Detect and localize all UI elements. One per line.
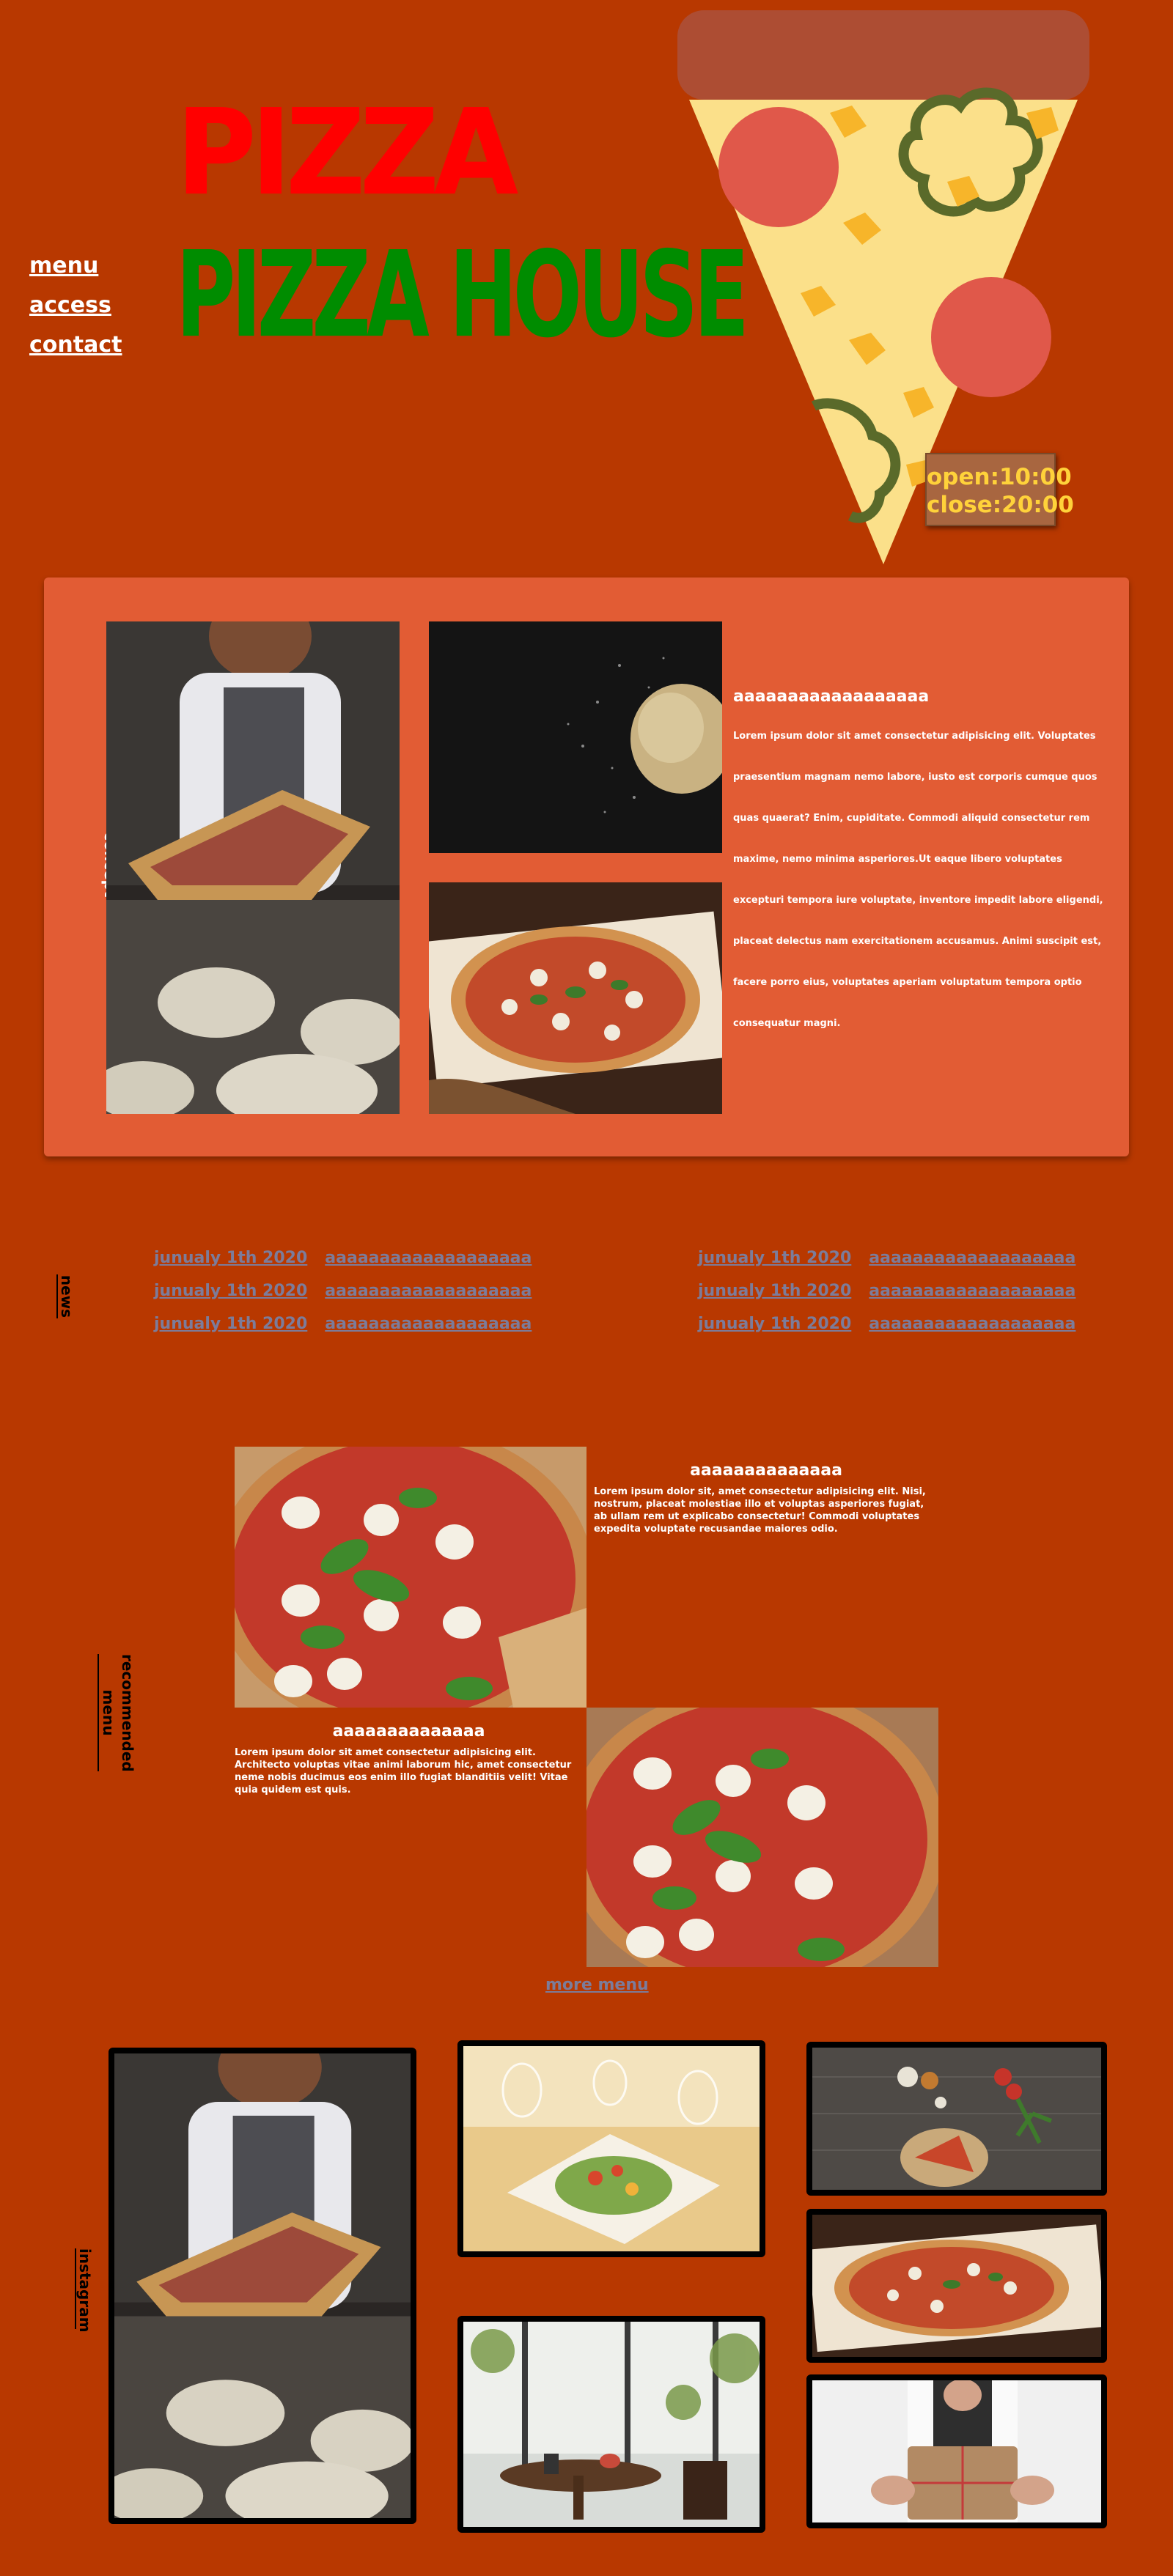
hours-close: close:20:00 xyxy=(927,492,1074,518)
news-item[interactable]: junualy 1th 2020 aaaaaaaaaaaaaaaaaaa xyxy=(698,1307,1075,1340)
news-list-right: junualy 1th 2020 aaaaaaaaaaaaaaaaaaa junu… xyxy=(698,1241,1075,1340)
recommended-item-2-body: Lorem ipsum dolor sit amet consectetur a… xyxy=(235,1747,572,1796)
more-menu-link[interactable]: more menu xyxy=(545,1976,649,1994)
instagram-section-label: instagram xyxy=(75,2248,94,2333)
pepperoni-2 xyxy=(931,277,1051,397)
site-title-pizza-house: PIZZA HOUSE xyxy=(176,226,749,364)
recommended-pizza-image-1 xyxy=(235,1447,586,1708)
news-item[interactable]: junualy 1th 2020 aaaaaaaaaaaaaaaaaaa xyxy=(154,1274,532,1307)
recommended-item-2-heading: aaaaaaaaaaaaaa xyxy=(332,1722,485,1741)
opening-hours-badge: open:10:00 close:20:00 xyxy=(925,453,1074,526)
recommended-item-1-text: aaaaaaaaaaaaaa Lorem ipsum dolor sit, am… xyxy=(594,1461,938,1535)
dough-flour-image xyxy=(429,621,722,853)
site-title-pizza: PIZZA xyxy=(176,84,518,222)
news-item[interactable]: junualy 1th 2020 aaaaaaaaaaaaaaaaaaa xyxy=(154,1307,532,1340)
news-item[interactable]: junualy 1th 2020 aaaaaaaaaaaaaaaaaaa xyxy=(698,1274,1075,1307)
instagram-photo-gift-box[interactable] xyxy=(806,2374,1107,2528)
concept-heading: aaaaaaaaaaaaaaaaaa xyxy=(733,687,930,706)
recommended-item-1-body: Lorem ipsum dolor sit, amet consectetur … xyxy=(594,1486,926,1535)
news-item[interactable]: junualy 1th 2020 aaaaaaaaaaaaaaaaaaa xyxy=(154,1241,532,1274)
concept-body: Lorem ipsum dolor sit amet consectetur a… xyxy=(733,731,1103,1029)
concept-section: concept xyxy=(44,577,1129,1156)
news-list-left: junualy 1th 2020 aaaaaaaaaaaaaaaaaaa junu… xyxy=(154,1241,532,1340)
recommended-item-2-text: aaaaaaaaaaaaaa Lorem ipsum dolor sit ame… xyxy=(235,1722,583,1796)
hours-open: open:10:00 xyxy=(927,464,1072,490)
news-item[interactable]: junualy 1th 2020 aaaaaaaaaaaaaaaaaaa xyxy=(698,1241,1075,1274)
recommended-item-1-heading: aaaaaaaaaaaaaa xyxy=(690,1461,842,1480)
main-nav: menu access contact xyxy=(29,246,122,365)
recommended-menu-label: recommended menu xyxy=(98,1654,137,1772)
recommended-pizza-image-2 xyxy=(586,1708,938,1967)
instagram-photo-cafe-interior[interactable] xyxy=(457,2316,765,2533)
instagram-photo-ingredients[interactable] xyxy=(806,2042,1107,2196)
concept-text-block: aaaaaaaaaaaaaaaaaa Lorem ipsum dolor sit… xyxy=(733,687,1114,1044)
nav-access-link[interactable]: access xyxy=(29,286,122,325)
nav-menu-link[interactable]: menu xyxy=(29,246,122,286)
chef-holding-pizza-image xyxy=(106,621,400,1114)
instagram-photo-salad[interactable] xyxy=(457,2040,765,2257)
instagram-photo-pizza-board[interactable] xyxy=(806,2209,1107,2363)
pepperoni-1 xyxy=(718,107,839,227)
pizza-on-board-image xyxy=(429,882,722,1114)
news-section-label: news xyxy=(56,1274,76,1318)
nav-contact-link[interactable]: contact xyxy=(29,325,122,365)
instagram-photo-chef[interactable] xyxy=(109,2048,416,2524)
